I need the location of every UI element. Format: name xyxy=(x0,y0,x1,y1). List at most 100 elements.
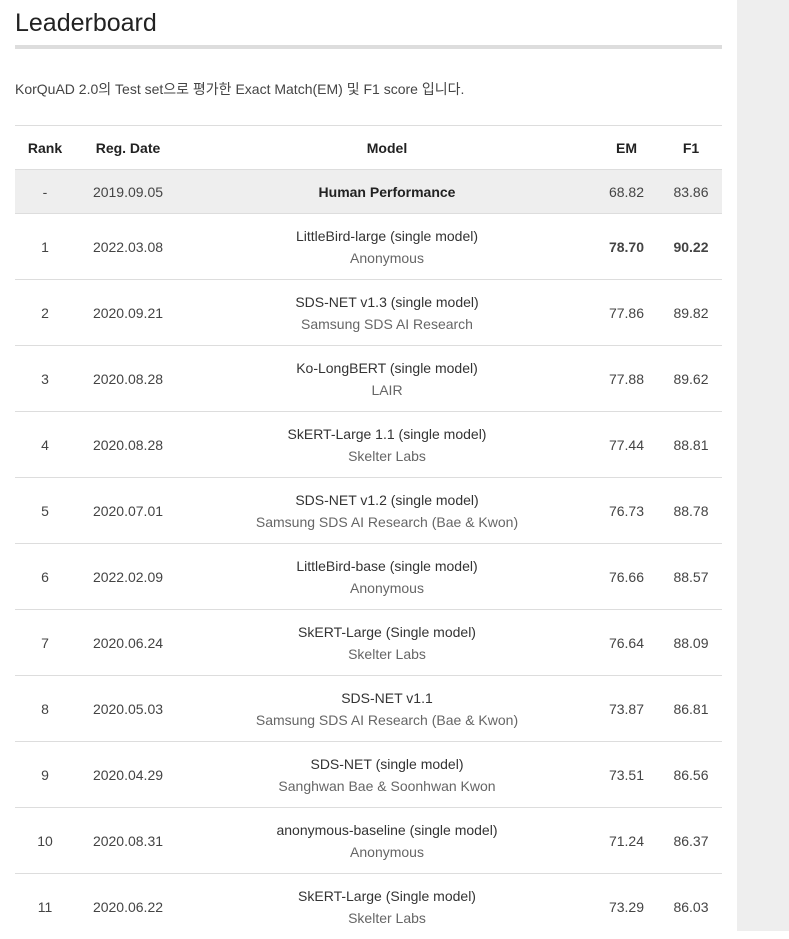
rank-cell: 7 xyxy=(15,610,75,676)
rank-cell: 6 xyxy=(15,544,75,610)
side-panel xyxy=(737,0,789,931)
model-name: SDS-NET v1.1 xyxy=(181,687,593,709)
model-institution: Skelter Labs xyxy=(181,445,593,467)
model-name: SkERT-Large (Single model) xyxy=(181,885,593,907)
leaderboard-table: Rank Reg. Date Model EM F1 - 2019.09.05 … xyxy=(15,125,722,939)
model-institution: LAIR xyxy=(181,379,593,401)
date-cell: 2020.06.22 xyxy=(75,874,181,939)
table-row: 92020.04.29SDS-NET (single model)Sanghwa… xyxy=(15,742,722,808)
f1-cell: 88.78 xyxy=(660,478,722,544)
table-row: 42020.08.28SkERT-Large 1.1 (single model… xyxy=(15,412,722,478)
em-cell: 73.87 xyxy=(593,676,660,742)
table-header-row: Rank Reg. Date Model EM F1 xyxy=(15,126,722,170)
model-cell: SkERT-Large (Single model)Skelter Labs xyxy=(181,610,593,676)
rank-cell: 5 xyxy=(15,478,75,544)
model-name: SkERT-Large 1.1 (single model) xyxy=(181,423,593,445)
header-rank: Rank xyxy=(15,126,75,170)
table-row: 72020.06.24SkERT-Large (Single model)Ske… xyxy=(15,610,722,676)
date-cell: 2020.06.24 xyxy=(75,610,181,676)
em-cell: 71.24 xyxy=(593,808,660,874)
f1-cell: 86.37 xyxy=(660,808,722,874)
em-cell: 73.29 xyxy=(593,874,660,939)
em-cell: 77.88 xyxy=(593,346,660,412)
table-row: 102020.08.31anonymous-baseline (single m… xyxy=(15,808,722,874)
model-cell: Ko-LongBERT (single model)LAIR xyxy=(181,346,593,412)
f1-cell: 86.81 xyxy=(660,676,722,742)
header-model: Model xyxy=(181,126,593,170)
table-row: 12022.03.08LittleBird-large (single mode… xyxy=(15,214,722,280)
model-name: LittleBird-large (single model) xyxy=(181,225,593,247)
page-title: Leaderboard xyxy=(15,0,722,45)
title-divider xyxy=(15,45,722,49)
f1-cell: 89.82 xyxy=(660,280,722,346)
model-institution: Anonymous xyxy=(181,841,593,863)
model-institution: Samsung SDS AI Research xyxy=(181,313,593,335)
model-cell: Human Performance xyxy=(181,170,593,214)
rank-cell: 9 xyxy=(15,742,75,808)
f1-cell: 88.57 xyxy=(660,544,722,610)
model-institution: Skelter Labs xyxy=(181,907,593,929)
model-institution: Samsung SDS AI Research (Bae & Kwon) xyxy=(181,511,593,533)
model-institution: Anonymous xyxy=(181,577,593,599)
model-cell: SkERT-Large 1.1 (single model)Skelter La… xyxy=(181,412,593,478)
model-cell: SDS-NET v1.1Samsung SDS AI Research (Bae… xyxy=(181,676,593,742)
rank-cell: - xyxy=(15,170,75,214)
f1-cell: 88.09 xyxy=(660,610,722,676)
model-institution: Sanghwan Bae & Soonhwan Kwon xyxy=(181,775,593,797)
rank-cell: 3 xyxy=(15,346,75,412)
table-row: 32020.08.28Ko-LongBERT (single model)LAI… xyxy=(15,346,722,412)
rank-cell: 4 xyxy=(15,412,75,478)
date-cell: 2020.08.28 xyxy=(75,412,181,478)
model-cell: LittleBird-large (single model)Anonymous xyxy=(181,214,593,280)
date-cell: 2020.09.21 xyxy=(75,280,181,346)
header-f1: F1 xyxy=(660,126,722,170)
model-name: SDS-NET v1.3 (single model) xyxy=(181,291,593,313)
date-cell: 2020.04.29 xyxy=(75,742,181,808)
em-cell: 78.70 xyxy=(593,214,660,280)
date-cell: 2019.09.05 xyxy=(75,170,181,214)
table-row: 112020.06.22SkERT-Large (Single model)Sk… xyxy=(15,874,722,939)
date-cell: 2020.08.28 xyxy=(75,346,181,412)
em-cell: 68.82 xyxy=(593,170,660,214)
model-name: SDS-NET (single model) xyxy=(181,753,593,775)
date-cell: 2020.05.03 xyxy=(75,676,181,742)
rank-cell: 11 xyxy=(15,874,75,939)
model-name: anonymous-baseline (single model) xyxy=(181,819,593,841)
model-name: LittleBird-base (single model) xyxy=(181,555,593,577)
model-institution: Skelter Labs xyxy=(181,643,593,665)
header-em: EM xyxy=(593,126,660,170)
table-row: 22020.09.21SDS-NET v1.3 (single model)Sa… xyxy=(15,280,722,346)
em-cell: 76.73 xyxy=(593,478,660,544)
model-institution: Samsung SDS AI Research (Bae & Kwon) xyxy=(181,709,593,731)
model-cell: LittleBird-base (single model)Anonymous xyxy=(181,544,593,610)
model-institution: Anonymous xyxy=(181,247,593,269)
rank-cell: 2 xyxy=(15,280,75,346)
em-cell: 77.44 xyxy=(593,412,660,478)
table-row: 62022.02.09LittleBird-base (single model… xyxy=(15,544,722,610)
leaderboard-section: Leaderboard KorQuAD 2.0의 Test set으로 평가한 … xyxy=(15,0,722,104)
human-performance-row: - 2019.09.05 Human Performance 68.82 83.… xyxy=(15,170,722,214)
page-description: KorQuAD 2.0의 Test set으로 평가한 Exact Match(… xyxy=(15,80,722,104)
em-cell: 76.64 xyxy=(593,610,660,676)
model-cell: SDS-NET (single model)Sanghwan Bae & Soo… xyxy=(181,742,593,808)
model-name: Ko-LongBERT (single model) xyxy=(181,357,593,379)
rank-cell: 8 xyxy=(15,676,75,742)
date-cell: 2022.02.09 xyxy=(75,544,181,610)
f1-cell: 86.03 xyxy=(660,874,722,939)
model-cell: SDS-NET v1.2 (single model)Samsung SDS A… xyxy=(181,478,593,544)
em-cell: 73.51 xyxy=(593,742,660,808)
f1-cell: 83.86 xyxy=(660,170,722,214)
model-cell: SDS-NET v1.3 (single model)Samsung SDS A… xyxy=(181,280,593,346)
model-name: SDS-NET v1.2 (single model) xyxy=(181,489,593,511)
em-cell: 77.86 xyxy=(593,280,660,346)
f1-cell: 88.81 xyxy=(660,412,722,478)
date-cell: 2020.07.01 xyxy=(75,478,181,544)
model-cell: SkERT-Large (Single model)Skelter Labs xyxy=(181,874,593,939)
f1-cell: 89.62 xyxy=(660,346,722,412)
f1-cell: 90.22 xyxy=(660,214,722,280)
rank-cell: 10 xyxy=(15,808,75,874)
rank-cell: 1 xyxy=(15,214,75,280)
table-row: 82020.05.03SDS-NET v1.1Samsung SDS AI Re… xyxy=(15,676,722,742)
table-row: 52020.07.01SDS-NET v1.2 (single model)Sa… xyxy=(15,478,722,544)
model-cell: anonymous-baseline (single model)Anonymo… xyxy=(181,808,593,874)
